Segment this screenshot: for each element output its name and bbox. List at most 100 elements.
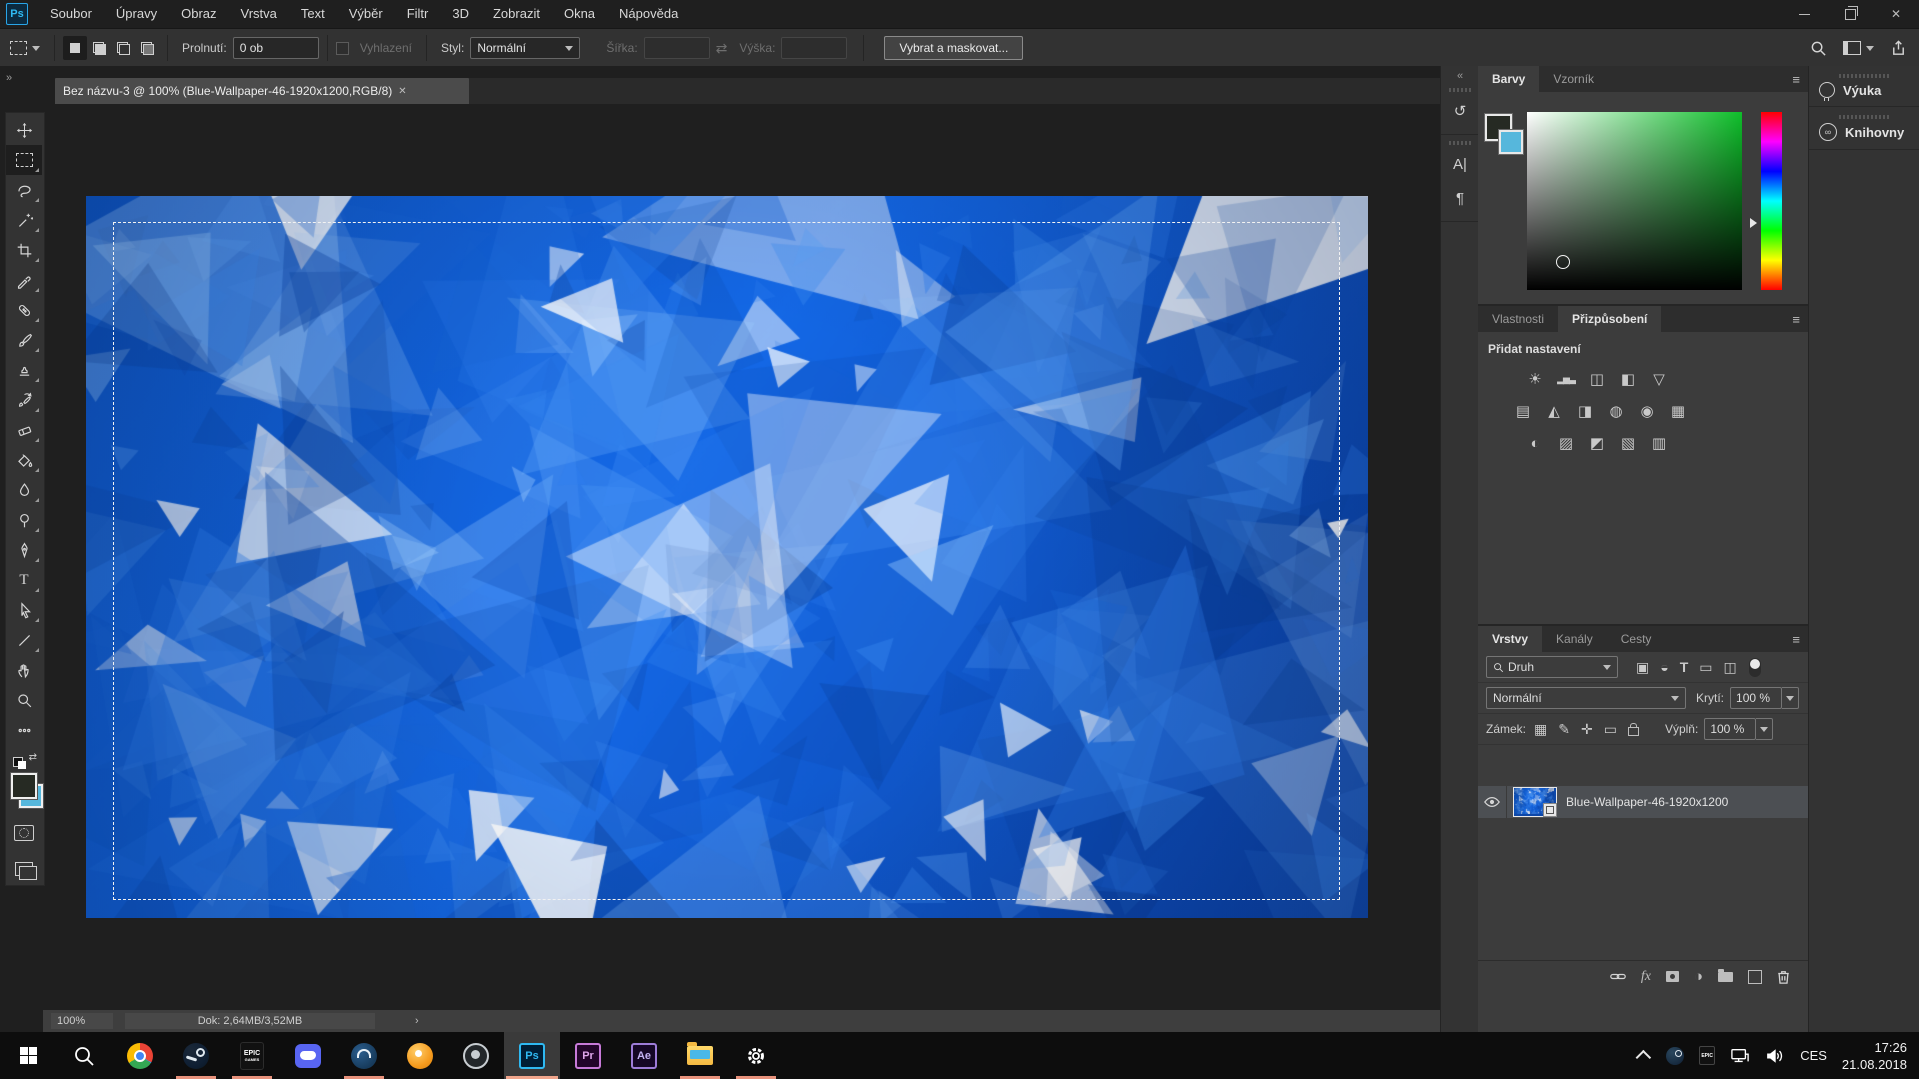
brush-tool[interactable] — [6, 325, 42, 355]
fill-value[interactable]: 100 % — [1704, 718, 1756, 740]
clock[interactable]: 17:26 21.08.2018 — [1842, 1039, 1907, 1073]
new-group-icon[interactable] — [1718, 972, 1733, 982]
tab-prizpusobeni[interactable]: Přizpůsobení — [1558, 306, 1661, 332]
move-tool[interactable] — [6, 115, 42, 145]
hand-tool[interactable] — [6, 655, 42, 685]
antialias-checkbox[interactable] — [336, 42, 349, 55]
menu-zobrazit[interactable]: Zobrazit — [481, 0, 552, 28]
posterize-icon[interactable]: ▨ — [1555, 432, 1577, 454]
spot-healing-brush-tool[interactable] — [6, 295, 42, 325]
blend-mode-select[interactable]: Normální — [1486, 687, 1686, 709]
status-options-icon[interactable]: › — [415, 1015, 419, 1027]
lock-artboard-icon[interactable]: ▭ — [1604, 721, 1617, 738]
exposure-icon[interactable]: ◧ — [1617, 368, 1639, 390]
workspace-switcher[interactable] — [1843, 41, 1874, 55]
type-tool[interactable]: T — [6, 565, 42, 595]
paint-bucket-tool[interactable] — [6, 445, 42, 475]
layer-style-icon[interactable]: fx — [1641, 969, 1651, 985]
language-indicator[interactable]: CES — [1800, 1048, 1827, 1063]
layer-thumbnail[interactable] — [1513, 787, 1557, 817]
foreground-color-swatch[interactable] — [11, 773, 37, 799]
start-button[interactable] — [0, 1032, 56, 1079]
channel-mixer-icon[interactable]: ◉ — [1636, 400, 1658, 422]
crop-tool[interactable] — [6, 235, 42, 265]
tab-vrstvy[interactable]: Vrstvy — [1478, 626, 1542, 652]
color-lookup-icon[interactable]: ▦ — [1667, 400, 1689, 422]
tool-preset-picker[interactable] — [0, 41, 46, 55]
swap-dimensions-icon[interactable]: ⇄ — [716, 40, 728, 57]
filter-type-layers-icon[interactable]: T — [1680, 659, 1689, 675]
new-selection-button[interactable] — [63, 36, 87, 60]
menu-filtr[interactable]: Filtr — [395, 0, 441, 28]
height-input[interactable] — [781, 37, 847, 59]
menu-obraz[interactable]: Obraz — [169, 0, 228, 28]
taskbar-teamspeak[interactable] — [336, 1032, 392, 1079]
taskbar-search-button[interactable] — [56, 1032, 112, 1079]
tray-overflow-icon[interactable] — [1636, 1050, 1652, 1066]
menu-napoveda[interactable]: Nápověda — [607, 0, 690, 28]
eraser-tool[interactable] — [6, 415, 42, 445]
history-brush-tool[interactable] — [6, 385, 42, 415]
volume-icon[interactable] — [1765, 1047, 1785, 1065]
pen-tool[interactable] — [6, 535, 42, 565]
invert-icon[interactable]: ◐ — [1524, 432, 1546, 454]
tab-vzornik[interactable]: Vzorník — [1539, 66, 1608, 92]
hue-saturation-icon[interactable]: ▤ — [1512, 400, 1534, 422]
filter-smart-objects-icon[interactable]: ◫ — [1724, 659, 1737, 676]
quick-selection-tool[interactable] — [6, 205, 42, 235]
tray-epic-icon[interactable]: EPIC — [1699, 1046, 1715, 1065]
share-icon[interactable] — [1890, 40, 1907, 57]
blur-tool[interactable] — [6, 475, 42, 505]
learn-panel-button[interactable]: Výuka — [1809, 74, 1919, 107]
new-adjustment-layer-icon[interactable]: ◑ — [1694, 968, 1703, 985]
tray-steam-icon[interactable] — [1666, 1047, 1684, 1065]
menu-vrstva[interactable]: Vrstva — [229, 0, 289, 28]
layer-filter-select[interactable]: Druh — [1486, 656, 1618, 678]
menu-3d[interactable]: 3D — [440, 0, 481, 28]
quick-mask-button[interactable] — [6, 819, 42, 847]
intersect-selection-button[interactable] — [135, 36, 159, 60]
filter-toggle[interactable] — [1749, 658, 1761, 677]
zoom-tool[interactable] — [6, 685, 42, 715]
taskbar-premiere[interactable]: Pr — [560, 1032, 616, 1079]
taskbar-settings[interactable] — [728, 1032, 784, 1079]
black-white-icon[interactable]: ◨ — [1574, 400, 1596, 422]
link-layers-icon[interactable] — [1610, 972, 1626, 981]
character-panel-icon[interactable]: A| — [1441, 147, 1479, 181]
levels-icon[interactable]: ▂▅▃ — [1555, 368, 1577, 390]
taskbar-photoshop[interactable]: Ps — [504, 1032, 560, 1079]
hue-slider[interactable] — [1761, 112, 1782, 290]
screen-mode-button[interactable] — [6, 855, 42, 883]
add-to-selection-button[interactable] — [87, 36, 111, 60]
eyedropper-tool[interactable] — [6, 265, 42, 295]
expand-toolbar-icon[interactable]: » — [6, 72, 12, 84]
taskbar-after-effects[interactable]: Ae — [616, 1032, 672, 1079]
panel-menu-icon[interactable]: ≡ — [1792, 66, 1800, 92]
layer-row[interactable]: Blue-Wallpaper-46-1920x1200 — [1478, 786, 1808, 818]
close-button[interactable]: ✕ — [1873, 0, 1919, 28]
rectangular-marquee-tool[interactable] — [6, 145, 42, 175]
dodge-tool[interactable] — [6, 505, 42, 535]
new-layer-icon[interactable] — [1748, 970, 1762, 984]
color-balance-icon[interactable]: ◭ — [1543, 400, 1565, 422]
menu-okna[interactable]: Okna — [552, 0, 607, 28]
minimize-button[interactable] — [1781, 0, 1827, 28]
tab-barvy[interactable]: Barvy — [1478, 66, 1539, 92]
opacity-value[interactable]: 100 % — [1730, 687, 1782, 709]
opacity-dropdown[interactable] — [1782, 687, 1799, 709]
close-tab-icon[interactable]: ✕ — [398, 86, 406, 97]
lock-transparency-icon[interactable]: ▦ — [1534, 721, 1547, 738]
style-select[interactable]: Normální — [470, 37, 580, 59]
menu-text[interactable]: Text — [289, 0, 337, 28]
libraries-panel-button[interactable]: ∞ Knihovny — [1809, 115, 1919, 150]
taskbar-discord[interactable] — [280, 1032, 336, 1079]
background-color-swatch[interactable] — [1499, 130, 1523, 154]
paragraph-panel-icon[interactable]: ¶ — [1441, 181, 1479, 215]
layer-name[interactable]: Blue-Wallpaper-46-1920x1200 — [1566, 795, 1728, 809]
zoom-level-field[interactable]: 100% — [51, 1013, 113, 1029]
collapse-panels-icon[interactable]: « — [1441, 66, 1479, 82]
path-selection-tool[interactable] — [6, 595, 42, 625]
saturation-brightness-field[interactable] — [1527, 112, 1742, 290]
taskbar-epic-games[interactable]: EPICGAMES — [224, 1032, 280, 1079]
select-and-mask-button[interactable]: Vybrat a maskovat... — [884, 36, 1023, 60]
